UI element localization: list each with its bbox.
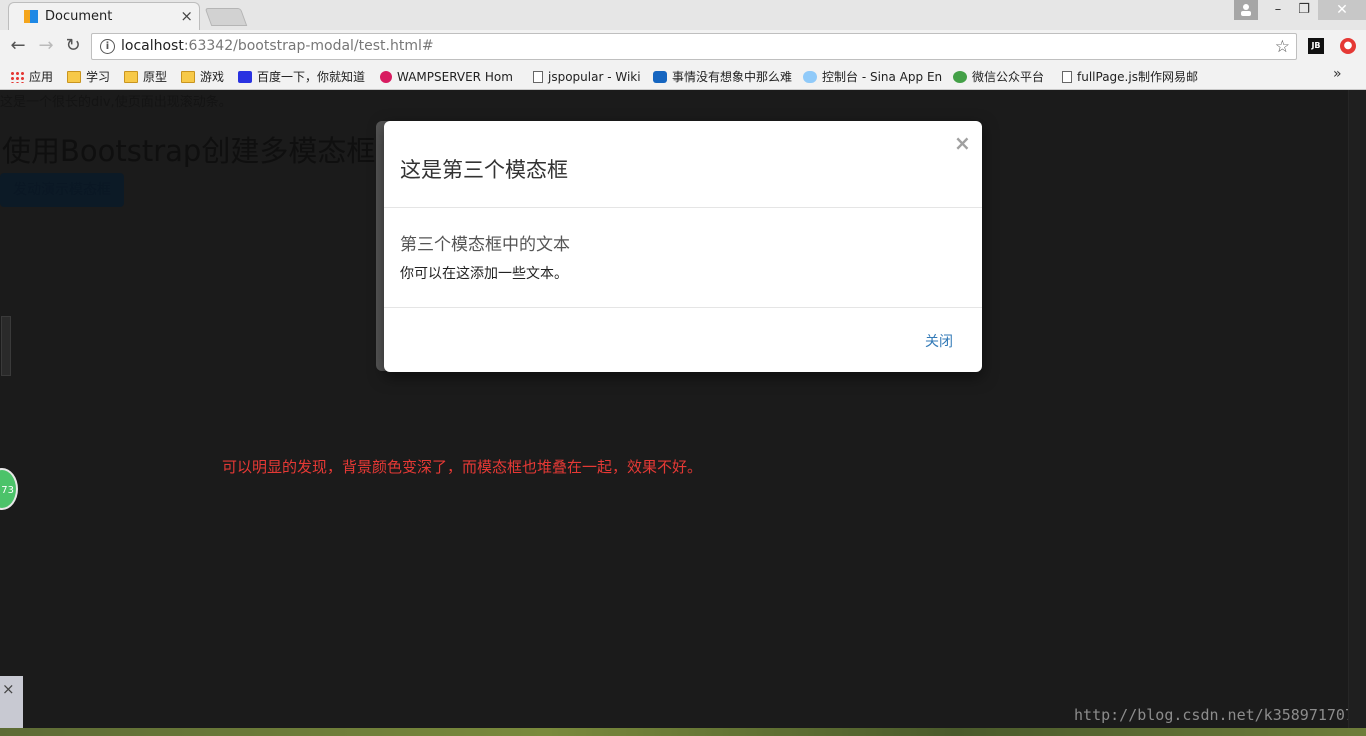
watermark: http://blog.csdn.net/k358971707: [1074, 706, 1354, 724]
page-icon: [1062, 70, 1072, 83]
bookmark-star-icon[interactable]: ☆: [1275, 37, 1290, 57]
info-icon[interactable]: i: [100, 39, 115, 54]
baidu-icon: [238, 70, 252, 83]
bookmark-prototype[interactable]: 原型: [124, 68, 167, 85]
tab-close-icon[interactable]: ×: [180, 7, 193, 25]
floating-badge[interactable]: 73: [0, 468, 18, 510]
bookmark-apps[interactable]: 应用: [10, 68, 53, 85]
browser-toolbar: ← → ↻ i localhost:63342/bootstrap-modal/…: [0, 30, 1366, 64]
bookmark-jspopular[interactable]: jspopular - Wiki: [533, 68, 641, 85]
cloud-icon: [803, 70, 817, 83]
bookmark-shiqing[interactable]: 事情没有想象中那么难: [653, 68, 792, 85]
bookmark-label: 控制台 - Sina App En: [822, 70, 943, 84]
bookmark-label: 学习: [86, 70, 111, 84]
folder-icon: [67, 70, 81, 83]
minimize-button[interactable]: –: [1264, 0, 1292, 20]
apps-icon: [10, 70, 24, 83]
extension-icon[interactable]: ●: [1340, 38, 1356, 54]
page-favicon-icon: [24, 10, 38, 23]
bookmark-wechat[interactable]: 微信公众平台: [953, 68, 1044, 85]
wechat-icon: [953, 70, 967, 83]
bookmark-sina[interactable]: 控制台 - Sina App En: [803, 68, 942, 85]
modal-header: 这是第三个模态框 ×: [384, 121, 982, 208]
url-host: localhost: [121, 38, 184, 54]
address-bar[interactable]: i localhost:63342/bootstrap-modal/test.h…: [91, 33, 1297, 60]
side-panel[interactable]: ×: [0, 676, 23, 728]
modal-subtitle: 第三个模态框中的文本: [400, 235, 570, 255]
bookmark-baidu[interactable]: 百度一下，你就知道: [238, 68, 365, 85]
modal-close-button[interactable]: 关闭: [925, 331, 953, 351]
bookmark-label: 事情没有想象中那么难: [672, 70, 793, 84]
third-modal: 这是第三个模态框 × 第三个模态框中的文本 你可以在这添加一些文本。 关闭: [384, 121, 982, 372]
taskbar: [0, 728, 1366, 736]
window-close-button[interactable]: ✕: [1318, 0, 1366, 20]
intro-text: 这是一个很长的div,使页面出现滚动条。: [0, 95, 232, 110]
new-tab-button[interactable]: [204, 8, 248, 26]
bookmark-label: 应用: [29, 70, 54, 84]
back-arrow-icon[interactable]: ←: [7, 35, 29, 56]
bookmark-label: WAMPSERVER Hom: [397, 69, 513, 84]
bookmark-label: 微信公众平台: [972, 70, 1045, 84]
page-scrollbar[interactable]: [1348, 90, 1366, 728]
folder-icon: [124, 70, 138, 83]
bookmark-fullpage[interactable]: fullPage.js制作网易邮: [1062, 68, 1198, 85]
modal-footer-divider: [384, 307, 982, 308]
page-icon: [533, 70, 543, 83]
close-icon[interactable]: ×: [2, 680, 15, 698]
jetbrains-extension-icon[interactable]: JB: [1308, 38, 1324, 54]
wamp-icon: [380, 70, 392, 83]
url-text[interactable]: localhost:63342/bootstrap-modal/test.htm…: [121, 38, 434, 54]
bookmark-wamp[interactable]: WAMPSERVER Hom: [380, 68, 513, 85]
modal-close-icon[interactable]: ×: [954, 131, 971, 155]
bookmark-label: 游戏: [200, 70, 225, 84]
launch-modal-button[interactable]: 发动演示模态框: [0, 173, 124, 207]
folder-icon: [181, 70, 195, 83]
bookmark-label: fullPage.js制作网易邮: [1077, 70, 1198, 84]
user-icon[interactable]: [1234, 0, 1258, 20]
page-viewport: 这是一个很长的div,使页面出现滚动条。 使用Bootstrap创建多模态框 发…: [0, 90, 1366, 728]
tab-strip: Document × – ❐ ✕: [0, 0, 1366, 30]
page-heading: 使用Bootstrap创建多模态框: [2, 134, 376, 168]
annotation-text: 可以明显的发现，背景颜色变深了，而模态框也堆叠在一起，效果不好。: [222, 458, 703, 476]
bookmark-label: 百度一下，你就知道: [257, 70, 366, 84]
restore-button[interactable]: ❐: [1290, 0, 1318, 20]
bookmark-study[interactable]: 学习: [67, 68, 110, 85]
url-path: :63342/bootstrap-modal/test.html#: [183, 38, 434, 54]
forward-arrow-icon[interactable]: →: [35, 35, 57, 56]
bookmark-label: 原型: [143, 70, 168, 84]
side-widget[interactable]: [1, 316, 11, 376]
modal-body-text: 你可以在这添加一些文本。: [400, 266, 568, 282]
blue-app-icon: [653, 70, 667, 83]
bookmark-games[interactable]: 游戏: [181, 68, 224, 85]
person-icon: [1241, 4, 1251, 16]
tab-title: Document: [45, 9, 113, 24]
more-bookmarks-icon[interactable]: »: [1333, 66, 1342, 82]
bookmarks-bar: 应用 学习 原型 游戏 百度一下，你就知道 WAMPSERVER Hom jsp…: [0, 64, 1366, 90]
tab-document[interactable]: Document ×: [8, 2, 200, 30]
reload-icon[interactable]: ↻: [62, 35, 84, 56]
bookmark-label: jspopular - Wiki: [548, 69, 641, 84]
modal-title: 这是第三个模态框: [400, 158, 568, 182]
